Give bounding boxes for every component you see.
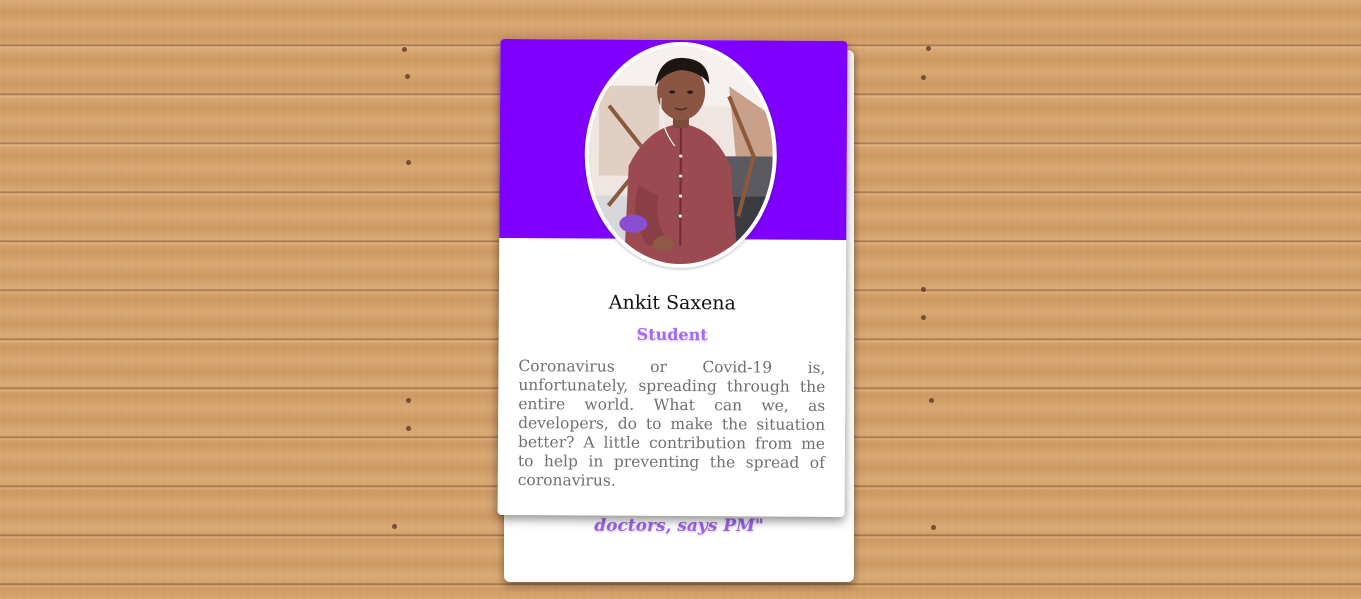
page-background: { "profile": { "name": "Ankit Saxena", "…: [0, 0, 1361, 599]
wood-knot: [406, 398, 411, 403]
wood-knot: [406, 160, 411, 165]
wood-knot: [406, 426, 411, 431]
profile-name: Ankit Saxena: [608, 291, 736, 315]
wood-knot: [921, 75, 926, 80]
back-card-quote: doctors, says PM": [594, 516, 764, 536]
wood-knot: [921, 315, 926, 320]
wood-knot: [929, 398, 934, 403]
wood-knot: [921, 287, 926, 292]
profile-card: Ankit Saxena Student Coronavirus or Covi…: [497, 38, 848, 518]
profile-role: Student: [636, 324, 708, 345]
wood-knot: [392, 524, 397, 529]
wood-knot: [405, 74, 410, 79]
profile-photo-icon: [584, 41, 778, 269]
wood-knot: [926, 46, 931, 51]
profile-bio: Coronavirus or Covid-19 is, unfortunatel…: [517, 357, 826, 490]
wood-knot: [931, 525, 936, 530]
wood-knot: [402, 47, 407, 52]
